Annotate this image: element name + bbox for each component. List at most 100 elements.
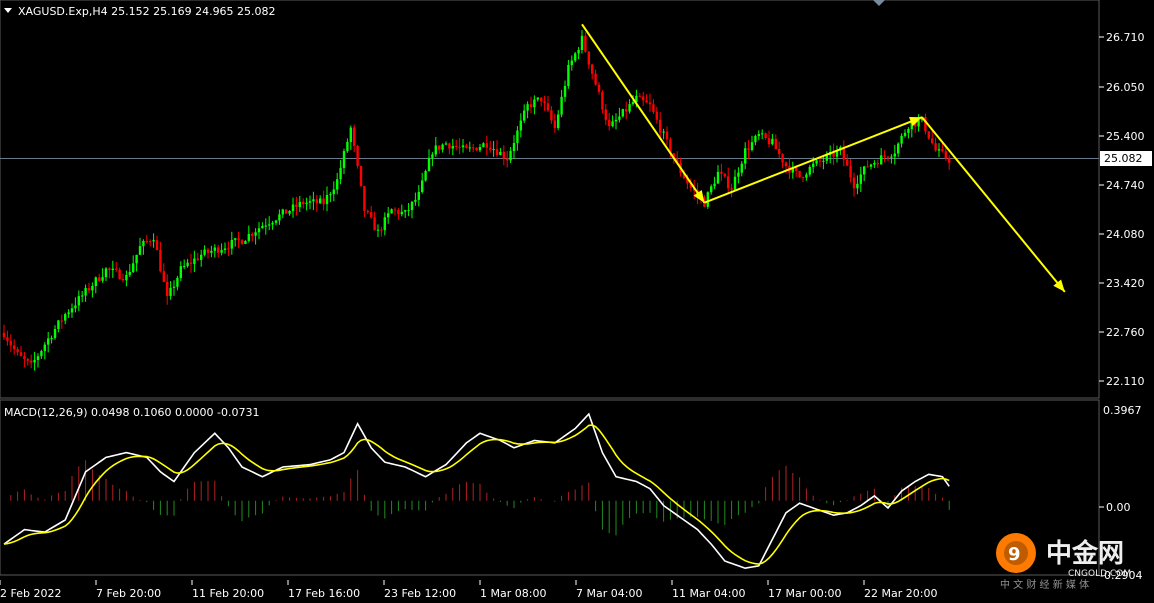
candle-body <box>278 214 281 221</box>
candle-body <box>495 149 499 156</box>
candle-body <box>778 149 781 155</box>
candle-body <box>761 133 764 135</box>
candle-body <box>434 145 437 155</box>
candle-body <box>421 180 424 193</box>
candle-body <box>543 101 546 104</box>
candle-body <box>907 129 910 133</box>
candle-body <box>560 96 563 115</box>
candle-body <box>461 145 465 148</box>
candle-body <box>550 110 553 121</box>
symbol-info: XAGUSD.Exp,H4 25.152 25.169 24.965 25.08… <box>18 5 276 18</box>
trading-chart[interactable]: XAGUSD.Exp,H4 25.152 25.169 24.965 25.08… <box>0 0 1154 603</box>
candle-body <box>618 116 621 120</box>
macd-info: MACD(12,26,9) 0.0498 0.1060 0.0000 -0.07… <box>4 406 259 419</box>
price-tick: 24.080 <box>1106 228 1145 241</box>
candle-body <box>183 266 186 268</box>
candle-body <box>628 104 631 112</box>
candle-body <box>448 143 451 149</box>
candle-body <box>764 133 767 139</box>
candle-body <box>390 209 393 214</box>
candle-body <box>587 51 590 65</box>
candle-body <box>166 281 169 296</box>
candle-body <box>325 195 329 205</box>
candle-body <box>805 174 808 178</box>
candle-body <box>451 146 454 149</box>
candle-body <box>370 212 373 218</box>
candle-body <box>509 151 512 161</box>
candle-body <box>502 151 505 159</box>
candle-body <box>665 131 669 140</box>
time-tick: 11 Feb 20:00 <box>192 587 264 600</box>
price-tick: 22.760 <box>1106 326 1145 339</box>
candle-body <box>251 233 254 236</box>
candle-body <box>553 120 556 129</box>
candle-body <box>931 138 934 144</box>
candle-body <box>2 332 6 338</box>
candle-body <box>346 141 349 152</box>
candle-body <box>431 154 434 158</box>
candle-body <box>856 183 859 189</box>
candle-body <box>441 144 444 150</box>
candle-body <box>523 110 526 121</box>
candle-body <box>757 134 760 137</box>
candle-body <box>70 308 74 313</box>
candle-body <box>101 277 104 281</box>
candle-body <box>648 102 652 105</box>
price-axis: 26.710 26.050 25.400 24.740 24.080 23.42… <box>1099 31 1145 388</box>
candle-body <box>254 232 257 236</box>
candle-body <box>87 288 91 291</box>
candle-body <box>720 171 723 174</box>
candle-body <box>472 147 475 149</box>
candle-body <box>506 158 509 161</box>
candle-body <box>744 148 747 164</box>
time-axis: 2 Feb 2022 7 Feb 20:00 11 Feb 20:00 17 F… <box>0 580 937 600</box>
candle-body <box>193 258 196 264</box>
candle-body <box>329 194 332 196</box>
candle-body <box>264 225 267 227</box>
candle-body <box>645 100 648 103</box>
candle-body <box>574 53 577 61</box>
candle-body <box>846 159 849 166</box>
candle-body <box>302 201 305 205</box>
candle-body <box>295 204 298 207</box>
candle-body <box>162 271 165 282</box>
candle-body <box>47 338 50 345</box>
macd-tick: 0.00 <box>1106 501 1131 514</box>
candle-body <box>557 114 560 129</box>
candle-body <box>74 305 77 309</box>
current-price-label: 25.082 <box>1100 151 1152 166</box>
candle-body <box>621 109 624 117</box>
candle-body <box>876 162 879 165</box>
candle-body <box>9 340 12 346</box>
candle-body <box>893 153 896 157</box>
candle-body <box>655 111 658 120</box>
candle-body <box>716 171 720 184</box>
candle-body <box>132 263 135 272</box>
candle-body <box>373 217 376 231</box>
candle-body <box>230 239 233 249</box>
candle-body <box>614 119 618 122</box>
candle-body <box>213 247 216 251</box>
candle-body <box>342 151 346 168</box>
candle-body <box>145 240 148 242</box>
candle-body <box>869 164 873 167</box>
candle-body <box>801 177 805 179</box>
candle-body <box>26 359 29 361</box>
candle-body <box>852 177 856 189</box>
candle-body <box>104 268 108 278</box>
candle-body <box>723 173 726 177</box>
candle-body <box>903 132 907 136</box>
time-tick: 17 Mar 00:00 <box>768 587 841 600</box>
candle-body <box>155 240 159 251</box>
candle-body <box>468 147 471 149</box>
time-tick: 7 Mar 04:00 <box>576 587 642 600</box>
candle-body <box>662 131 665 133</box>
svg-text:25.082: 25.082 <box>1104 152 1143 165</box>
candle-body <box>727 176 730 189</box>
candle-body <box>305 202 308 205</box>
candle-body <box>336 179 339 190</box>
candle-body <box>400 211 403 215</box>
candle-body <box>227 248 230 250</box>
candle-body <box>873 162 876 165</box>
candle-body <box>19 352 23 357</box>
